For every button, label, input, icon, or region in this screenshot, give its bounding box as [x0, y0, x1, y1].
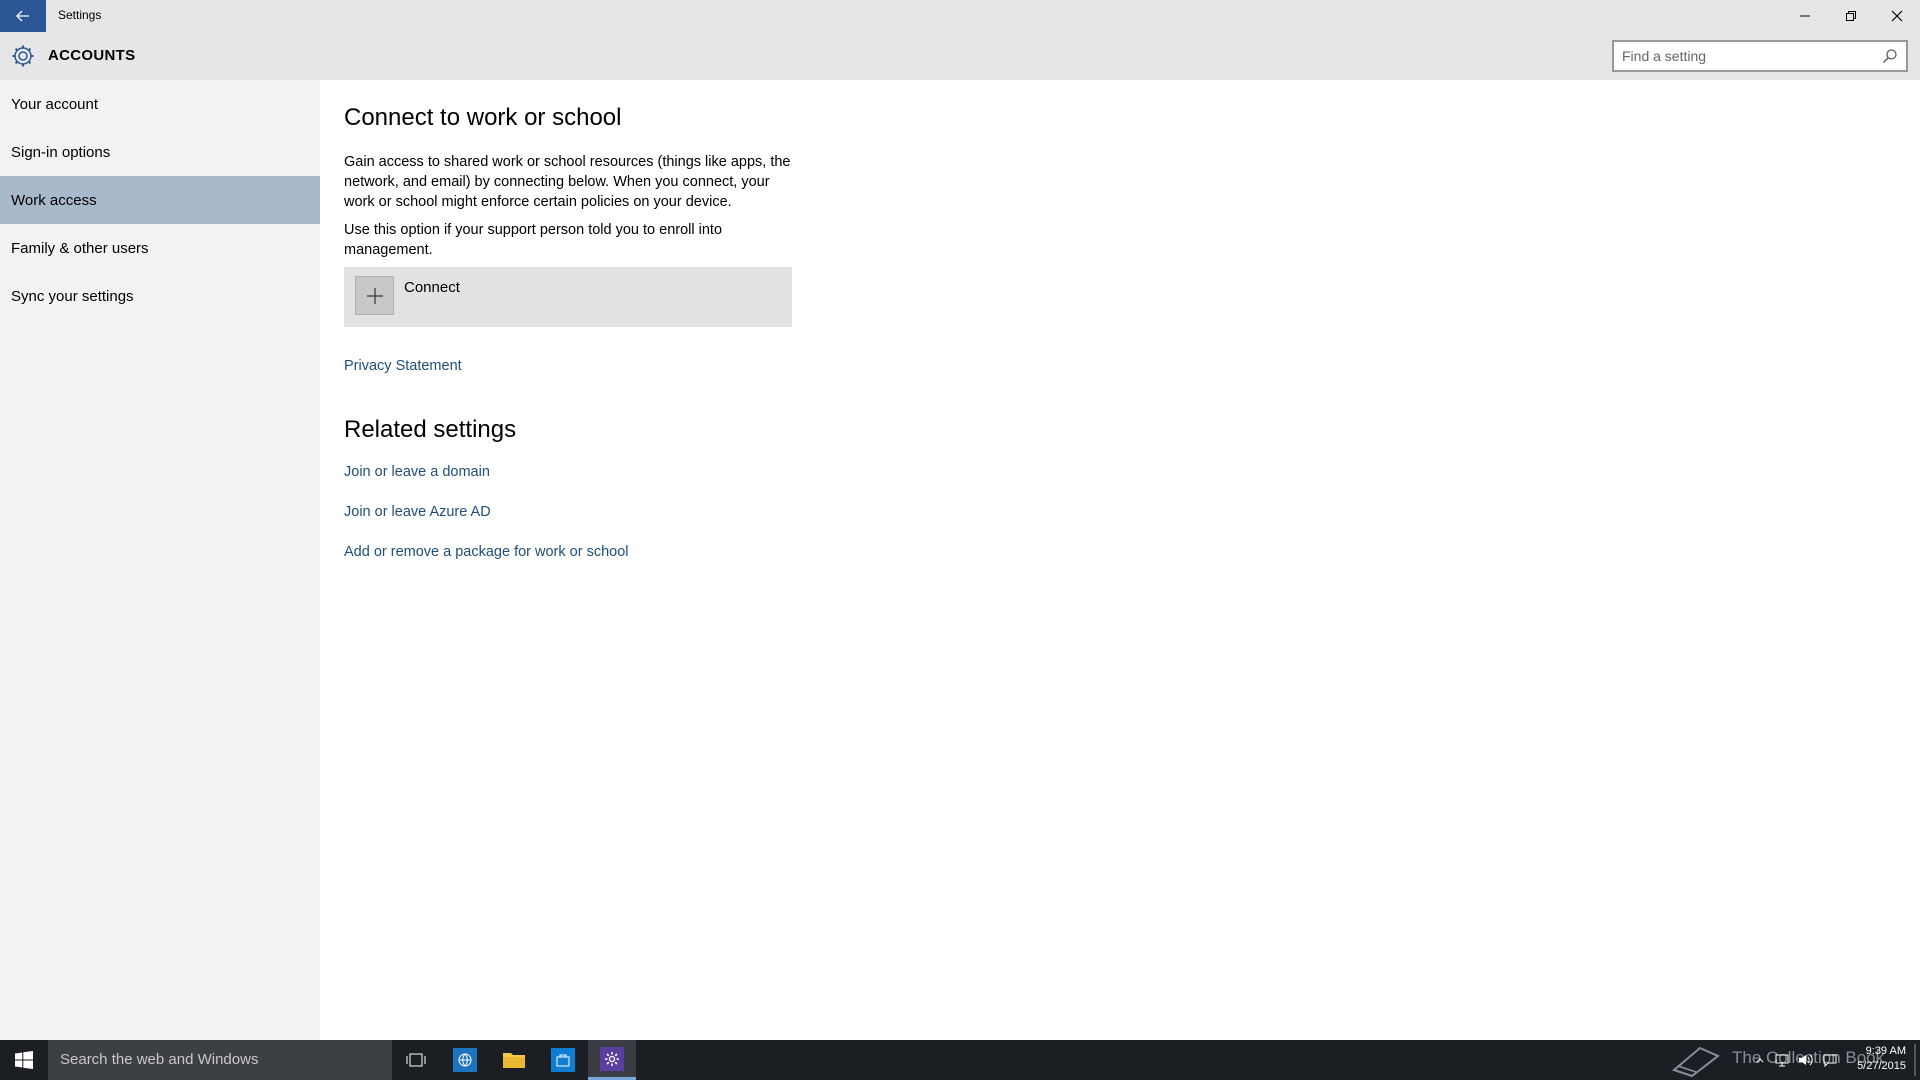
page-title: Connect to work or school: [344, 104, 622, 131]
clock-date: 5/27/2015: [1857, 1060, 1906, 1072]
join-leave-domain-link[interactable]: Join or leave a domain: [344, 464, 490, 480]
sidebar-item-sign-in-options[interactable]: Sign-in options: [0, 128, 320, 176]
settings-gear-icon: [600, 1046, 624, 1071]
volume-tray-icon[interactable]: [1796, 1040, 1816, 1080]
show-desktop-button[interactable]: [1914, 1044, 1916, 1076]
privacy-statement-link[interactable]: Privacy Statement: [344, 358, 462, 374]
message-icon: [1823, 1054, 1837, 1067]
connect-label: Connect: [404, 279, 460, 296]
book-icon: [1671, 1046, 1720, 1078]
taskbar-file-explorer-button[interactable]: [490, 1040, 538, 1080]
related-settings-heading: Related settings: [344, 416, 517, 443]
browser-icon: [453, 1048, 477, 1072]
enroll-note-text: Use this option if your support person t…: [344, 222, 723, 258]
description-text: Gain access to shared work or school res…: [344, 154, 791, 210]
start-button[interactable]: [0, 1040, 48, 1080]
network-tray-icon[interactable]: [1772, 1040, 1792, 1080]
close-button[interactable]: [1874, 0, 1920, 32]
taskbar-search-placeholder: Search the web and Windows: [60, 1051, 259, 1068]
minimize-button[interactable]: [1782, 0, 1828, 32]
volume-icon: [1799, 1054, 1813, 1066]
search-icon[interactable]: [1882, 48, 1898, 64]
taskbar-clock[interactable]: 9:39 AM 5/27/2015: [1836, 1044, 1906, 1074]
minimize-icon: [1800, 15, 1810, 17]
network-icon: [1775, 1054, 1789, 1067]
settings-search-box[interactable]: [1612, 40, 1908, 72]
section-title: ACCOUNTS: [48, 47, 136, 64]
taskbar-store-button[interactable]: [539, 1040, 587, 1080]
gear-icon: [12, 45, 34, 67]
taskbar: Search the web and Windows The Collectio…: [0, 1040, 1920, 1080]
back-button[interactable]: [0, 0, 46, 32]
back-arrow-icon: [16, 10, 29, 22]
join-leave-azure-ad-link[interactable]: Join or leave Azure AD: [344, 504, 491, 520]
add-remove-package-link[interactable]: Add or remove a package for work or scho…: [344, 544, 629, 560]
store-icon: [551, 1048, 575, 1072]
taskbar-browser-button[interactable]: [441, 1040, 489, 1080]
clock-time: 9:39 AM: [1865, 1045, 1906, 1057]
sidebar-item-your-account[interactable]: Your account: [0, 80, 320, 128]
settings-search-input[interactable]: [1622, 47, 1872, 65]
folder-icon: [503, 1053, 525, 1068]
taskbar-settings-button[interactable]: [588, 1040, 636, 1080]
restore-icon: [1846, 11, 1856, 21]
sidebar-item-sync-settings[interactable]: Sync your settings: [0, 272, 320, 320]
chevron-up-icon: [1756, 1058, 1764, 1063]
sidebar: Your account Sign-in options Work access…: [0, 80, 320, 1040]
task-view-button[interactable]: [392, 1040, 440, 1080]
sidebar-item-family-other-users[interactable]: Family & other users: [0, 224, 320, 272]
tray-overflow-button[interactable]: [1752, 1040, 1768, 1080]
page-header: ACCOUNTS: [0, 32, 1920, 80]
windows-logo-icon: [15, 1051, 33, 1069]
close-icon: [1891, 10, 1903, 22]
window-title: Settings: [58, 8, 102, 22]
sidebar-item-work-access[interactable]: Work access: [0, 176, 320, 224]
task-view-icon: [406, 1053, 426, 1067]
connect-button[interactable]: Connect: [344, 267, 792, 327]
taskbar-search-box[interactable]: Search the web and Windows: [48, 1040, 392, 1080]
title-bar: Settings: [0, 0, 1920, 32]
plus-icon: [355, 276, 394, 315]
restore-button[interactable]: [1828, 0, 1874, 32]
